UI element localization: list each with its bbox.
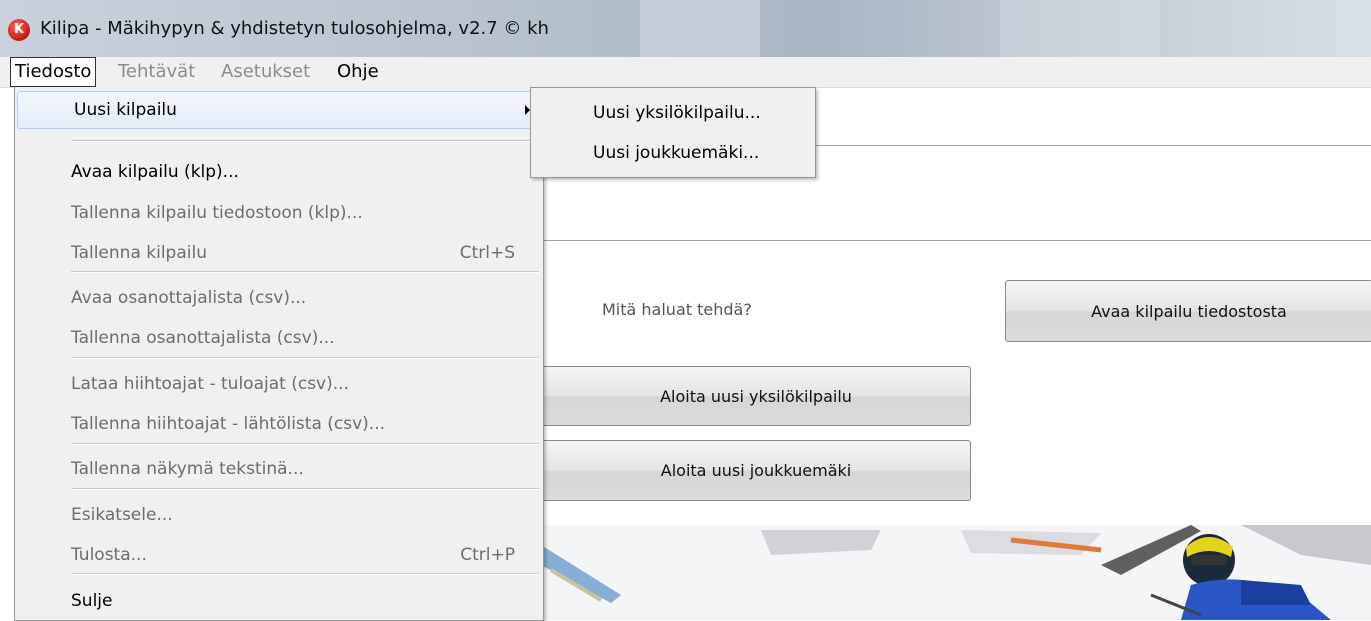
open-competition-button[interactable]: Avaa kilpailu tiedostosta	[1005, 280, 1371, 342]
menu-item-label: Tallenna kilpailu	[71, 243, 207, 263]
shortcut-label: Ctrl+S	[459, 243, 515, 263]
menu-item-label: Esikatsele...	[71, 505, 173, 525]
menu-item-label: Uusi kilpailu	[74, 100, 177, 120]
menu-separator	[71, 443, 539, 445]
divider	[541, 240, 1371, 241]
menu-item-label: Tallenna hiihtoajat - lähtölista (csv)..…	[71, 414, 386, 434]
menu-item-label: Sulje	[71, 591, 113, 611]
title-bar-decoration	[1000, 0, 1160, 57]
new-individual-competition-button[interactable]: Aloita uusi yksilökilpailu	[541, 366, 971, 426]
ski-jumper-image	[541, 525, 1371, 620]
menu-item-label: Lataa hiihtoajat - tuloajat (csv)...	[71, 374, 349, 394]
menu-ohje[interactable]: Ohje	[333, 57, 383, 87]
app-logo-icon[interactable]: K	[8, 19, 30, 41]
menu-bar: Tiedosto Tehtävät Asetukset Ohje	[0, 57, 1371, 88]
menu-tiedosto[interactable]: Tiedosto	[10, 57, 97, 87]
submenu-item-new-individual[interactable]: Uusi yksilökilpailu...	[593, 103, 761, 123]
menu-item-save-start-list[interactable]: Tallenna hiihtoajat - lähtölista (csv)..…	[15, 406, 543, 442]
submenu-item-new-team[interactable]: Uusi joukkuemäki...	[593, 143, 759, 163]
menu-item-print-preview[interactable]: Esikatsele...	[15, 497, 543, 533]
menu-asetukset[interactable]: Asetukset	[217, 57, 314, 87]
shortcut-label: Ctrl+P	[460, 545, 515, 565]
menu-item-load-ski-times[interactable]: Lataa hiihtoajat - tuloajat (csv)...	[15, 366, 543, 402]
menu-separator	[71, 488, 539, 490]
file-menu-dropdown: Uusi kilpailu Avaa kilpailu (klp)... Tal…	[14, 87, 544, 621]
window-title: Kilipa - Mäkihypyn & yhdistetyn tulosohj…	[40, 18, 549, 39]
menu-item-open-competition[interactable]: Avaa kilpailu (klp)...	[15, 154, 543, 190]
menu-separator	[71, 357, 539, 359]
menu-item-close[interactable]: Sulje	[15, 583, 543, 619]
menu-separator	[71, 573, 539, 575]
menu-item-save-participant-list[interactable]: Tallenna osanottajalista (csv)...	[15, 320, 543, 356]
menu-item-label: Tallenna osanottajalista (csv)...	[71, 328, 335, 348]
menu-item-label: Avaa kilpailu (klp)...	[71, 162, 239, 182]
title-bar-decoration	[640, 0, 760, 57]
menu-item-save-competition-as[interactable]: Tallenna kilpailu tiedostoon (klp)...	[15, 195, 543, 231]
question-label: Mitä haluat tehdä?	[602, 300, 752, 319]
menu-item-label: Tallenna kilpailu tiedostoon (klp)...	[71, 203, 363, 223]
ski-jump-photo	[541, 525, 1371, 620]
menu-separator	[71, 140, 539, 142]
menu-item-save-competition[interactable]: Tallenna kilpailu Ctrl+S	[15, 235, 543, 271]
menu-item-open-participant-list[interactable]: Avaa osanottajalista (csv)...	[15, 280, 543, 316]
new-competition-submenu: Uusi yksilökilpailu... Uusi joukkuemäki.…	[530, 87, 816, 178]
menu-item-save-view-as-text[interactable]: Tallenna näkymä tekstinä...	[15, 451, 543, 487]
menu-item-label: Tallenna näkymä tekstinä...	[71, 459, 304, 479]
menu-item-print[interactable]: Tulosta... Ctrl+P	[15, 537, 543, 573]
menu-item-new-competition[interactable]: Uusi kilpailu	[17, 91, 541, 129]
menu-item-label: Tulosta...	[71, 545, 147, 565]
title-bar: K Kilipa - Mäkihypyn & yhdistetyn tuloso…	[0, 0, 1371, 57]
menu-item-label: Avaa osanottajalista (csv)...	[71, 288, 307, 308]
menu-tehtavat[interactable]: Tehtävät	[114, 57, 199, 87]
menu-separator	[71, 271, 539, 273]
new-team-competition-button[interactable]: Aloita uusi joukkuemäki	[541, 440, 971, 501]
